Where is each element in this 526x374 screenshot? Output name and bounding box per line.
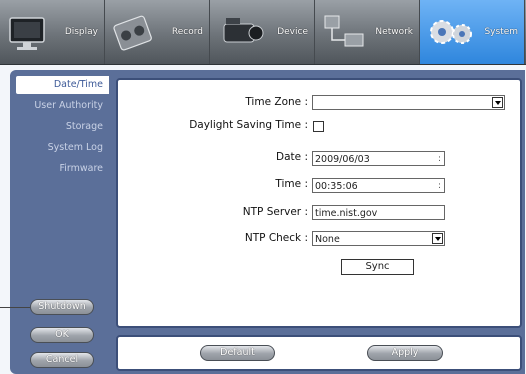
date-label: Date :	[276, 151, 308, 163]
ntp-check-label: NTP Check :	[244, 232, 308, 244]
tab-display-label: Display	[64, 27, 98, 37]
tab-system[interactable]: System	[420, 0, 525, 64]
ntp-check-dropdown[interactable]: None	[312, 231, 445, 246]
reel-icon	[113, 15, 152, 51]
bottom-action-bar	[116, 335, 522, 371]
menu-item-storage[interactable]: Storage	[16, 118, 109, 136]
dropdown-arrow-icon	[432, 233, 443, 244]
top-tab-bar: Display Record Device Network System	[0, 0, 526, 65]
sync-button[interactable]: Sync	[341, 259, 414, 275]
ntp-server-value: time.nist.gov	[315, 208, 378, 219]
menu-item-firmware[interactable]: Firmware	[16, 160, 109, 178]
menu-item-system-log[interactable]: System Log	[16, 139, 109, 157]
tab-device[interactable]: Device	[210, 0, 315, 64]
tab-network-label: Network	[375, 27, 413, 37]
tab-network[interactable]: Network	[315, 0, 420, 64]
time-field[interactable]: 00:35:06 :	[312, 178, 445, 193]
tab-record-label: Record	[171, 27, 203, 37]
dropdown-arrow-icon	[492, 97, 503, 108]
time-spinner-icon[interactable]: :	[438, 179, 441, 192]
ntp-server-field[interactable]: time.nist.gov	[312, 205, 445, 220]
tab-display[interactable]: Display	[0, 0, 105, 64]
menu-item-user-authority[interactable]: User Authority	[16, 97, 109, 115]
menu-item-date-time[interactable]: Date/Time	[16, 76, 109, 94]
shutdown-callout-line	[0, 307, 30, 308]
date-field[interactable]: 2009/06/03 :	[312, 151, 445, 166]
timezone-dropdown[interactable]	[312, 95, 505, 110]
camcorder-icon	[223, 18, 264, 43]
date-spinner-icon[interactable]: :	[438, 152, 441, 165]
system-menu: Date/Time User Authority Storage System …	[16, 76, 109, 181]
ntp-check-value: None	[315, 234, 340, 245]
ntp-server-label: NTP Server :	[242, 206, 308, 218]
date-value: 2009/06/03	[315, 154, 370, 165]
apply-button[interactable]: Apply	[367, 345, 443, 361]
tab-device-label: Device	[277, 27, 308, 37]
default-button[interactable]: Default	[200, 345, 275, 361]
cancel-button[interactable]: Cancel	[30, 352, 94, 368]
shutdown-button[interactable]: Shutdown	[30, 299, 94, 315]
timezone-label: Time Zone :	[245, 96, 308, 108]
gears-icon	[430, 20, 472, 44]
tab-record[interactable]: Record	[105, 0, 210, 64]
monitor-icon	[9, 17, 45, 50]
dst-label: Daylight Saving Time :	[189, 119, 308, 131]
ok-button[interactable]: OK	[30, 327, 94, 343]
date-time-panel	[116, 78, 522, 328]
time-value: 00:35:06	[315, 181, 358, 192]
time-label: Time :	[275, 178, 308, 190]
tab-system-label: System	[484, 27, 518, 37]
network-icon	[324, 15, 364, 47]
dst-checkbox[interactable]	[313, 121, 324, 132]
